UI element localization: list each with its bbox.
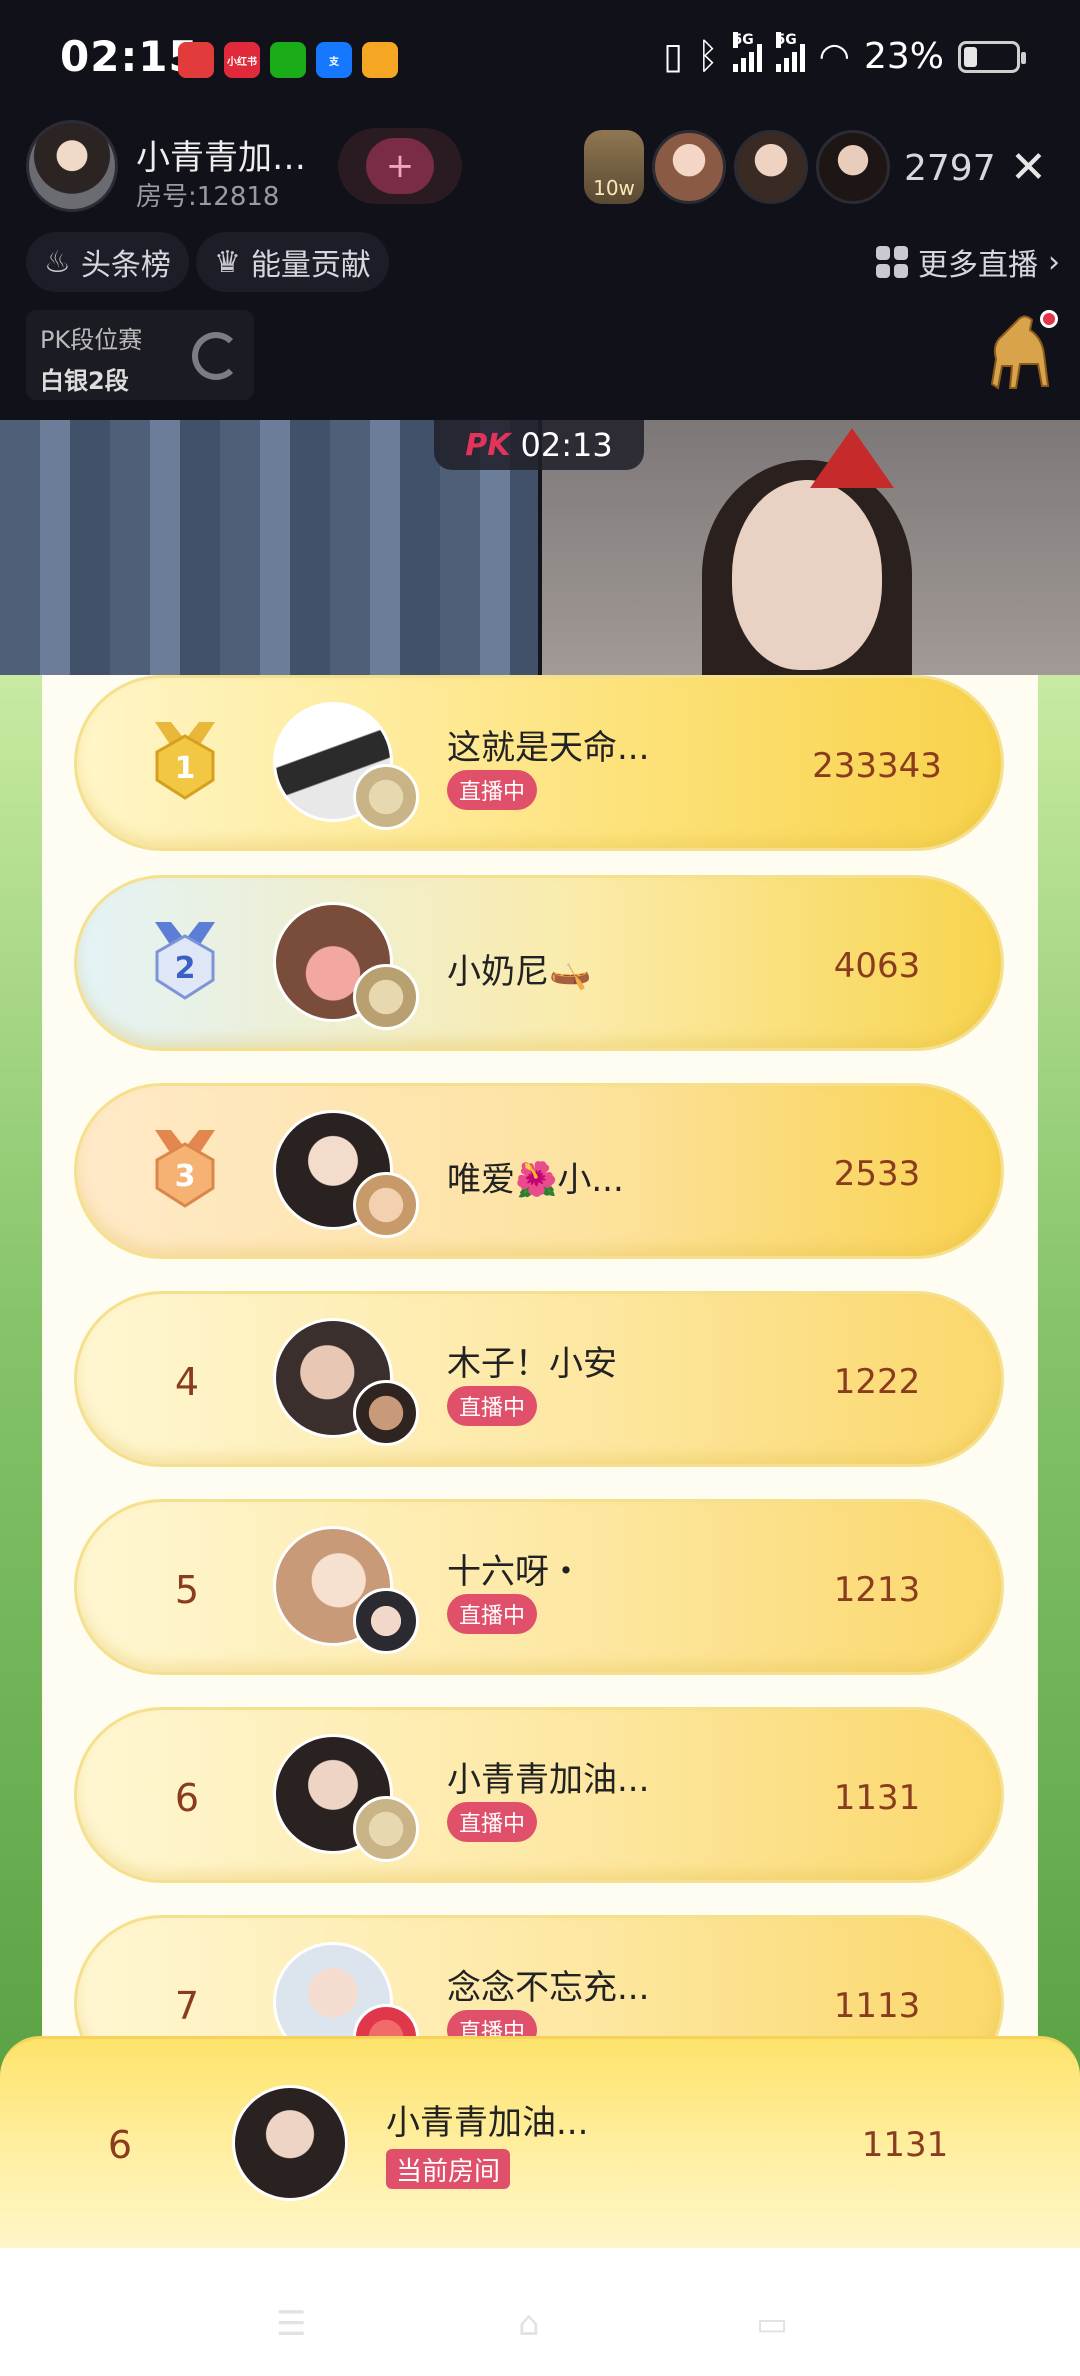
- user-name: 小青青加油...: [447, 1760, 650, 1800]
- current-room-tag: 当前房间: [386, 2149, 511, 2189]
- svg-text:1: 1: [175, 751, 196, 786]
- ranking-panel[interactable]: 1 这就是天命... 直播中 233343 2 小奶尼🛶 4063 3 唯爱🌺小…: [0, 675, 1080, 2275]
- follow-button[interactable]: +: [338, 128, 462, 204]
- signal-icon-2: 5G: [775, 31, 805, 72]
- doll-badge-avatar: [353, 1380, 419, 1446]
- current-room-avatar[interactable]: [232, 2085, 348, 2201]
- current-room-name: 小青青加油...: [386, 2103, 589, 2143]
- energy-tab-label: 能量贡献: [250, 248, 371, 283]
- system-nav-bar: ☰ ⌂ ▭: [0, 2248, 1080, 2376]
- score: 233343: [812, 746, 942, 786]
- ranking-list[interactable]: 1 这就是天命... 直播中 233343 2 小奶尼🛶 4063 3 唯爱🌺小…: [42, 675, 1038, 2275]
- pk-video-area[interactable]: PK 02:13: [0, 420, 1080, 675]
- live-badge: 直播中: [447, 770, 538, 810]
- svg-text:2: 2: [175, 951, 196, 986]
- silver-medal-icon: 2: [155, 922, 215, 1000]
- user-name: 小奶尼🛶: [447, 952, 592, 992]
- bluetooth-icon: ᛒ: [696, 36, 719, 77]
- mask-badge-avatar: [353, 964, 419, 1030]
- battery-icon: [958, 40, 1026, 73]
- live-badge: 直播中: [447, 1386, 538, 1426]
- room-number: 房号:12818: [136, 182, 280, 212]
- baby-badge-avatar: [353, 1172, 419, 1238]
- live-badge: 直播中: [447, 1594, 538, 1634]
- mask-badge-avatar: [353, 1796, 419, 1862]
- rank-number: 5: [174, 1568, 200, 1612]
- bronze-medal-icon: 3: [155, 1130, 215, 1208]
- wifi-icon: ◠: [818, 36, 850, 77]
- crown-icon: ♛: [214, 244, 241, 280]
- ranking-row[interactable]: 2 小奶尼🛶 4063: [74, 875, 1004, 1051]
- video-app-icon: [362, 42, 398, 78]
- viewer-avatar[interactable]: [816, 130, 890, 204]
- notification-dot: [1040, 310, 1058, 328]
- battery-level: [964, 46, 977, 67]
- notification-icons: 小红书 支: [178, 42, 398, 78]
- heart-plus-icon: +: [366, 138, 434, 194]
- user-name: 这就是天命...: [447, 728, 650, 768]
- home-icon[interactable]: ⌂: [518, 2304, 540, 2344]
- current-room-bar[interactable]: 6 小青青加油... 当前房间 1131: [0, 2036, 1080, 2248]
- live-room-header: 小青青加… 房号:12818 + 10w 2797 ✕ ♨ 头条榜 ♛ 能量贡献…: [0, 120, 1080, 420]
- pk-timer: PK 02:13: [434, 420, 644, 470]
- headline-tab[interactable]: ♨ 头条榜: [26, 232, 189, 292]
- user-name: 念念不忘充...: [447, 1968, 650, 2008]
- xiaohongshu-icon: 小红书: [224, 42, 260, 78]
- host-name[interactable]: 小青青加…: [136, 130, 306, 179]
- viewer-count[interactable]: 2797: [904, 148, 996, 189]
- mask-badge-avatar: [353, 764, 419, 830]
- rank-swirl-icon: [192, 332, 240, 380]
- streamer-face: [732, 480, 882, 670]
- user-name: 唯爱🌺小...: [447, 1160, 624, 1200]
- score: 1131: [833, 1778, 921, 1818]
- user-badge-avatar: [353, 1588, 419, 1654]
- current-rank-number: 6: [107, 2123, 133, 2167]
- alipay-icon: 支: [316, 42, 352, 78]
- app-icon-1: [178, 42, 214, 78]
- ranking-row[interactable]: 6 小青青加油... 直播中 1131: [74, 1707, 1004, 1883]
- top-viewers[interactable]: 10w: [584, 130, 890, 204]
- signal-icon-1: 5G: [732, 31, 762, 72]
- viewer-avatar[interactable]: [734, 130, 808, 204]
- ranking-row[interactable]: 5 十六呀・ 直播中 1213: [74, 1499, 1004, 1675]
- more-live-label: 更多直播: [918, 248, 1038, 283]
- rank-number: 4: [174, 1360, 200, 1404]
- close-button[interactable]: ✕: [1010, 142, 1047, 193]
- christmas-hat-icon: [810, 428, 894, 488]
- battery-text: 23%: [863, 36, 944, 77]
- pk-rank-card[interactable]: PK段位赛 白银2段: [26, 310, 254, 400]
- ranking-row[interactable]: 4 木子！小安 直播中 1222: [74, 1291, 1004, 1467]
- pk-time: 02:13: [520, 426, 613, 464]
- chevron-right-icon: ›: [1048, 244, 1060, 280]
- vibrate-icon: ▯: [663, 36, 683, 77]
- host-avatar[interactable]: [26, 120, 118, 212]
- svg-text:3: 3: [175, 1159, 196, 1194]
- current-room-score: 1131: [861, 2125, 949, 2165]
- rank-number: 6: [174, 1776, 200, 1820]
- flame-icon: ♨: [44, 244, 71, 280]
- status-right: ▯ ᛒ 5G 5G ◠ 23%: [663, 31, 1026, 77]
- gold-medal-icon: 1: [155, 722, 215, 800]
- ranking-row[interactable]: 3 唯爱🌺小... 2533: [74, 1083, 1004, 1259]
- score: 1213: [833, 1570, 921, 1610]
- energy-tab[interactable]: ♛ 能量贡献: [196, 232, 389, 292]
- 10w-badge[interactable]: 10w: [584, 130, 644, 204]
- headline-tab-label: 头条榜: [80, 248, 171, 283]
- user-name: 木子！小安: [447, 1344, 617, 1384]
- grid-icon: [876, 246, 908, 278]
- live-badge: 直播中: [447, 1802, 538, 1842]
- back-icon[interactable]: ▭: [756, 2304, 788, 2344]
- wechat-icon: [270, 42, 306, 78]
- more-live-button[interactable]: 更多直播 ›: [876, 240, 1060, 284]
- score: 4063: [833, 946, 921, 986]
- score: 1222: [833, 1362, 921, 1402]
- score: 2533: [833, 1154, 921, 1194]
- ranking-row[interactable]: 1 这就是天命... 直播中 233343: [74, 675, 1004, 851]
- pk-logo: PK: [465, 427, 511, 463]
- status-bar: 02:15 小红书 支 ▯ ᛒ 5G 5G ◠ 23%: [0, 0, 1080, 120]
- user-name: 十六呀・: [447, 1552, 583, 1592]
- menu-icon[interactable]: ☰: [276, 2304, 306, 2344]
- viewer-avatar[interactable]: [652, 130, 726, 204]
